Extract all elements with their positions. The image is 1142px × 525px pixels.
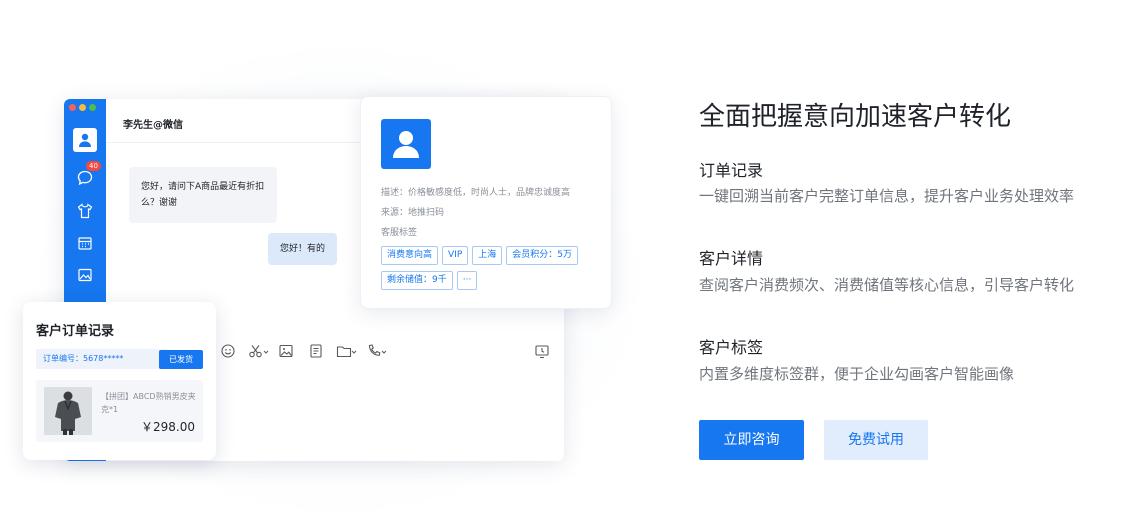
tag[interactable]: VIP bbox=[442, 246, 469, 265]
order-card-title: 客户订单记录 bbox=[36, 324, 115, 339]
consult-now-button[interactable]: 立即咨询 bbox=[699, 420, 804, 460]
tag[interactable]: 上海 bbox=[472, 246, 503, 265]
customer-avatar-icon bbox=[381, 119, 431, 169]
window-controls bbox=[69, 104, 96, 111]
tag[interactable]: 消费意向高 bbox=[381, 246, 439, 265]
product-price: ￥298.00 bbox=[141, 420, 195, 434]
chat-icon[interactable]: 40 bbox=[74, 161, 101, 189]
feature-desc-tags: 内置多维度标签群，便于企业勾画客户智能画像 bbox=[699, 365, 1015, 383]
tag-row-1: 消费意向高 VIP 上海 会员积分：5万 bbox=[381, 246, 579, 265]
page: 40 李先生@微信 您好，请问下A商品最近有折扣么？谢谢 您好！有的 描述：价格… bbox=[0, 0, 1142, 525]
picture-icon[interactable] bbox=[278, 343, 294, 359]
order-item[interactable]: 【拼团】ABCD熟销男皮夹克*1 ￥298.00 bbox=[36, 380, 203, 442]
tag[interactable]: 会员积分：5万 bbox=[506, 246, 579, 265]
emoji-icon[interactable] bbox=[220, 343, 236, 359]
incoming-message: 您好，请问下A商品最近有折扣么？谢谢 bbox=[129, 167, 277, 223]
feature-desc-orders: 一键回溯当前客户完整订单信息，提升客户业务处理效率 bbox=[699, 187, 1075, 205]
product-name: 【拼团】ABCD熟销男皮夹克*1 bbox=[101, 392, 196, 414]
unread-badge: 40 bbox=[86, 161, 101, 171]
tag[interactable]: 剩余储值：9千 bbox=[381, 271, 453, 290]
contacts-icon[interactable] bbox=[73, 128, 97, 152]
image-icon[interactable] bbox=[74, 264, 96, 286]
minimize-dot[interactable] bbox=[79, 104, 86, 111]
phone-icon[interactable] bbox=[366, 343, 388, 359]
customer-source: 来源：地推扫码 bbox=[381, 208, 445, 218]
headline: 全面把握意向加速客户转化 bbox=[699, 102, 1012, 132]
tag-row-2: 剩余储值：9千 ··· bbox=[381, 271, 478, 290]
feature-title-tags: 客户标签 bbox=[699, 338, 764, 357]
feature-desc-details: 查阅客户消费频次、消费储值等核心信息，引导客户转化 bbox=[699, 276, 1075, 294]
history-icon[interactable] bbox=[534, 343, 550, 359]
order-record-card: 客户订单记录 订单编号：5678***** 已发货 【拼团】ABCD熟销男皮夹克… bbox=[23, 302, 216, 460]
folder-icon[interactable] bbox=[336, 343, 358, 359]
contact-name: 李先生@微信 bbox=[123, 120, 183, 131]
customer-description: 描述：价格敏感度低，时尚人士，品牌忠诚度高 bbox=[381, 188, 571, 198]
order-number: 订单编号：5678***** bbox=[36, 349, 168, 369]
customer-profile-card: 描述：价格敏感度低，时尚人士，品牌忠诚度高 来源：地推扫码 客服标签 消费意向高… bbox=[360, 96, 612, 309]
feature-title-details: 客户详情 bbox=[699, 249, 764, 268]
shirt-icon[interactable] bbox=[74, 200, 96, 222]
message-toolbar bbox=[220, 343, 550, 361]
more-tags-button[interactable]: ··· bbox=[456, 271, 478, 290]
calendar-icon[interactable] bbox=[74, 232, 96, 254]
maximize-dot[interactable] bbox=[89, 104, 96, 111]
document-icon[interactable] bbox=[308, 343, 324, 359]
outgoing-message: 您好！有的 bbox=[268, 233, 338, 265]
tags-label: 客服标签 bbox=[381, 228, 418, 238]
shipped-status-button[interactable]: 已发货 bbox=[159, 350, 203, 369]
feature-title-orders: 订单记录 bbox=[699, 161, 764, 180]
free-trial-button[interactable]: 免费试用 bbox=[824, 420, 928, 460]
close-dot[interactable] bbox=[69, 104, 76, 111]
scissors-icon[interactable] bbox=[248, 343, 270, 359]
product-thumbnail bbox=[44, 387, 92, 435]
